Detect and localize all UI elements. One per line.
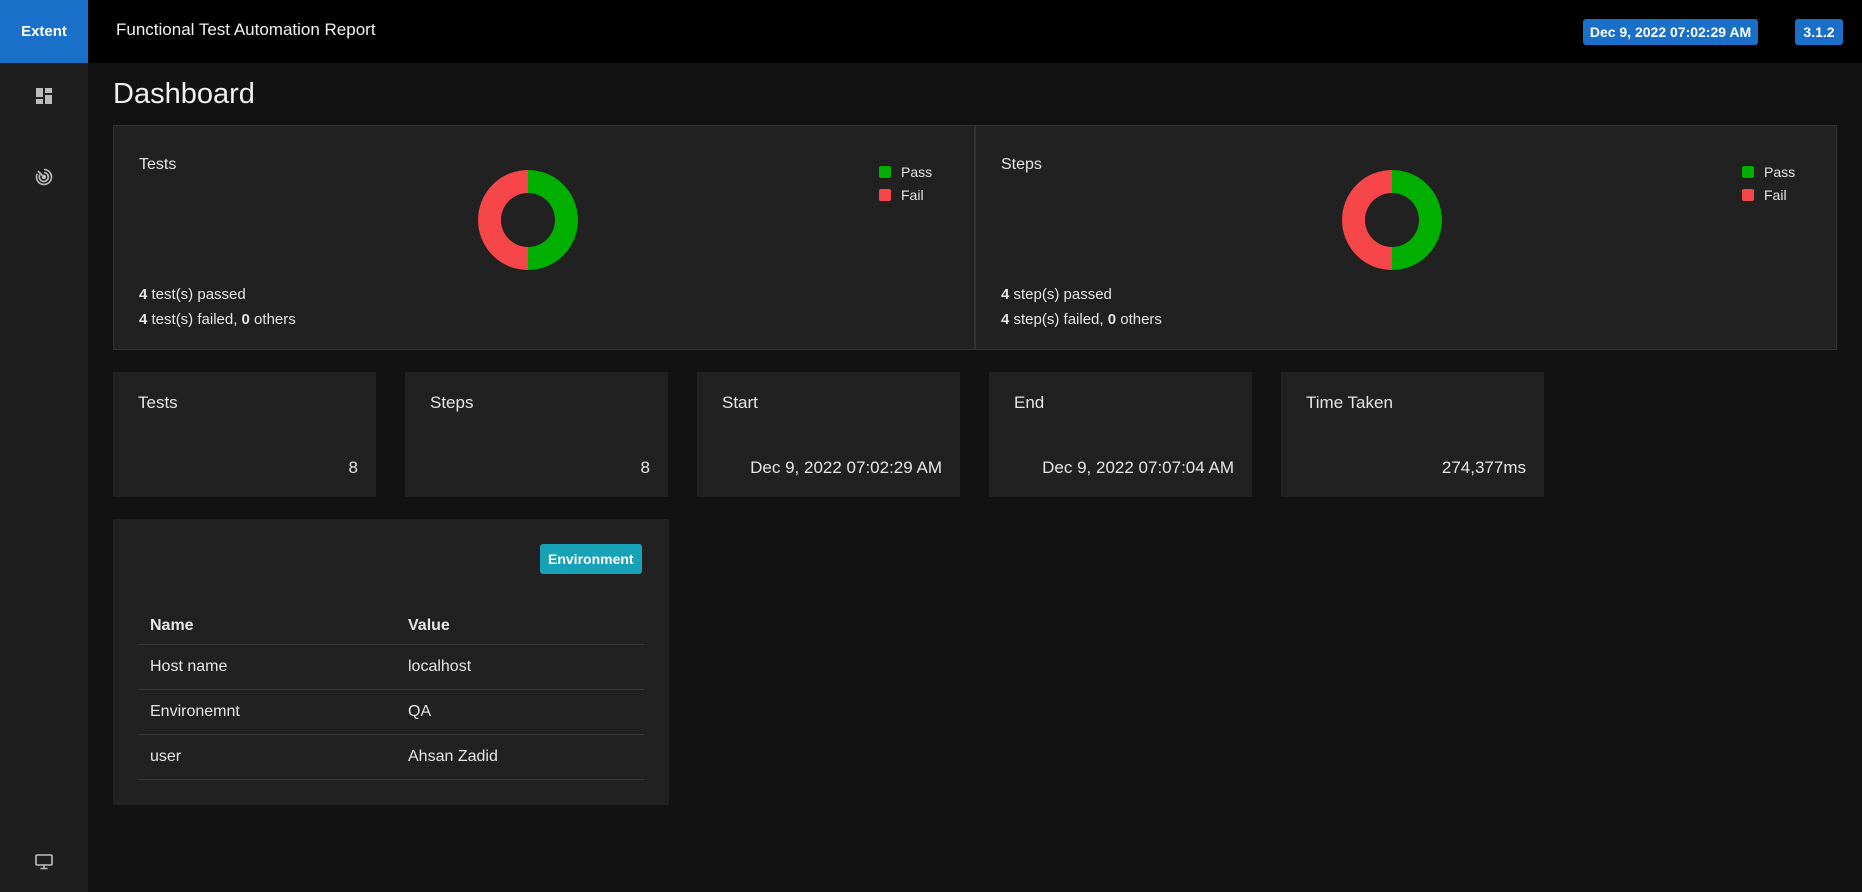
- steps-donut-chart: [1342, 170, 1442, 270]
- tests-passed-line: 4 test(s) passed: [139, 286, 246, 303]
- report-title: Functional Test Automation Report: [116, 20, 376, 39]
- tile-tests: Tests 8: [113, 372, 376, 497]
- steps-passed-line: 4 step(s) passed: [1001, 286, 1112, 303]
- column-header-name: Name: [138, 609, 396, 645]
- sidebar: Extent: [0, 0, 88, 892]
- monitor-icon[interactable]: [0, 842, 88, 882]
- tile-value: Dec 9, 2022 07:07:04 AM: [1042, 458, 1234, 477]
- text: others: [249, 311, 296, 328]
- text: test(s) passed: [147, 286, 246, 303]
- text: step(s) failed,: [1009, 311, 1108, 328]
- legend-item-pass[interactable]: Pass: [1742, 160, 1795, 183]
- timestamp-badge: Dec 9, 2022 07:02:29 AM: [1583, 19, 1758, 45]
- text: others: [1116, 311, 1162, 328]
- environment-card: Environment Name Value Host name localho…: [113, 519, 669, 805]
- tile-value: 8: [640, 458, 650, 477]
- tile-label: Start: [722, 393, 758, 412]
- legend-item-fail[interactable]: Fail: [879, 183, 932, 206]
- column-header-value: Value: [396, 609, 644, 645]
- tile-value: 274,377ms: [1441, 458, 1526, 477]
- tests-legend: Pass Fail: [879, 160, 932, 206]
- donut-slice-fail[interactable]: [478, 170, 528, 270]
- tile-start: Start Dec 9, 2022 07:02:29 AM: [697, 372, 960, 497]
- env-name-cell: user: [138, 734, 396, 780]
- legend-label: Fail: [1764, 186, 1787, 203]
- environment-badge[interactable]: Environment: [540, 544, 642, 574]
- tile-value: 8: [348, 458, 358, 477]
- tile-steps: Steps 8: [405, 372, 668, 497]
- brand-logo[interactable]: Extent: [0, 0, 88, 63]
- tests-chart-card: Tests Pass Fail 4 test(s) passed 4 test(…: [113, 125, 975, 350]
- pass-swatch: [1742, 165, 1754, 178]
- legend-label: Pass: [1764, 163, 1796, 180]
- tile-value: Dec 9, 2022 07:02:29 AM: [750, 458, 942, 477]
- steps-failed-line: 4 step(s) failed, 0 others: [1001, 311, 1162, 328]
- legend-item-fail[interactable]: Fail: [1742, 183, 1795, 206]
- environment-table: Name Value Host name localhost Environem…: [138, 609, 644, 780]
- tile-label: Time Taken: [1306, 393, 1393, 412]
- env-name-cell: Environemnt: [138, 689, 396, 735]
- text: step(s) passed: [1009, 286, 1112, 303]
- tile-label: Steps: [430, 393, 474, 412]
- tile-end: End Dec 9, 2022 07:07:04 AM: [989, 372, 1252, 497]
- env-name-cell: Host name: [138, 644, 396, 690]
- env-value-cell: Ahsan Zadid: [396, 734, 644, 780]
- card-title: Steps: [1001, 156, 1042, 173]
- env-value-cell: QA: [396, 689, 644, 735]
- donut-slice-pass[interactable]: [528, 170, 578, 270]
- legend-item-pass[interactable]: Pass: [879, 160, 932, 183]
- legend-label: Pass: [901, 163, 933, 180]
- env-value-cell: localhost: [396, 644, 644, 690]
- table-row: Host name localhost: [138, 644, 644, 690]
- version-badge: 3.1.2: [1795, 19, 1843, 45]
- dashboard-icon[interactable]: [0, 76, 88, 116]
- page-title: Dashboard: [113, 78, 255, 110]
- legend-label: Fail: [901, 186, 924, 203]
- tile-label: Tests: [138, 393, 178, 412]
- table-row: user Ahsan Zadid: [138, 734, 644, 780]
- top-navbar: Functional Test Automation Report Dec 9,…: [88, 0, 1862, 63]
- count: 0: [1107, 311, 1117, 328]
- tile-label: End: [1014, 393, 1045, 412]
- donut-slice-pass[interactable]: [1392, 170, 1442, 270]
- steps-legend: Pass Fail: [1742, 160, 1795, 206]
- radar-icon[interactable]: [0, 157, 88, 197]
- card-title: Tests: [139, 156, 177, 173]
- fail-swatch: [879, 188, 891, 201]
- text: test(s) failed,: [147, 311, 242, 328]
- pass-swatch: [879, 165, 891, 178]
- fail-swatch: [1742, 188, 1754, 201]
- table-row: Environemnt QA: [138, 689, 644, 735]
- steps-chart-card: Steps Pass Fail 4 step(s) passed 4 step(…: [975, 125, 1837, 350]
- tests-donut-chart: [478, 170, 578, 270]
- donut-slice-fail[interactable]: [1342, 170, 1392, 270]
- table-header-row: Name Value: [138, 609, 644, 645]
- tests-failed-line: 4 test(s) failed, 0 others: [139, 311, 296, 328]
- count: 0: [241, 311, 250, 328]
- tile-time-taken: Time Taken 274,377ms: [1281, 372, 1544, 497]
